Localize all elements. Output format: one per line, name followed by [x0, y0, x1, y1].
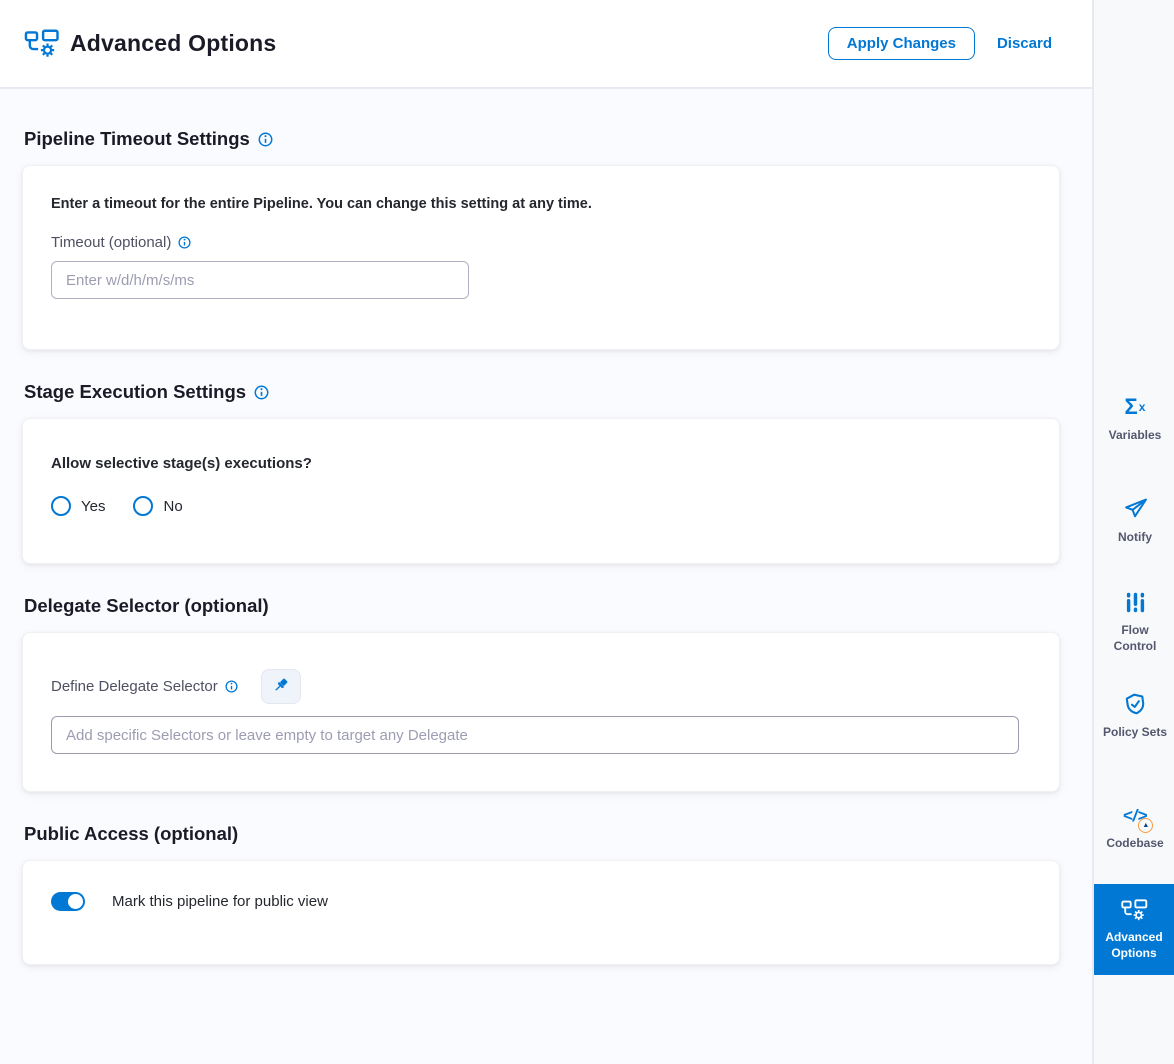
- public-view-toggle[interactable]: [51, 892, 85, 911]
- sidebar-item-label: Advanced Options: [1099, 930, 1169, 961]
- timeout-label-text: Timeout (optional): [51, 234, 171, 251]
- settings-content: Pipeline Timeout Settings Enter a timeou…: [0, 89, 1092, 965]
- delegate-field-label: Define Delegate Selector: [51, 678, 238, 695]
- pipeline-gear-icon: [1121, 898, 1148, 922]
- code-icon: </> ▲: [1123, 803, 1148, 827]
- delegate-label-text: Define Delegate Selector: [51, 678, 218, 695]
- timeout-section-heading: Pipeline Timeout Settings: [24, 128, 1060, 150]
- delegate-heading-text: Delegate Selector (optional): [24, 595, 269, 617]
- warning-badge-icon: ▲: [1138, 818, 1153, 833]
- discard-button[interactable]: Discard: [997, 35, 1052, 52]
- right-rail: Σx Variables Notify Flow Control: [1092, 0, 1174, 1064]
- variables-icon: Σx: [1125, 395, 1146, 419]
- info-icon[interactable]: [258, 132, 273, 147]
- sidebar-item-label: Codebase: [1100, 836, 1170, 852]
- timeout-heading-text: Pipeline Timeout Settings: [24, 128, 250, 150]
- stage-execution-heading-text: Stage Execution Settings: [24, 381, 246, 403]
- selective-stage-question: Allow selective stage(s) executions?: [51, 455, 1031, 472]
- pin-icon: [272, 677, 289, 697]
- sidebar-item-label: Notify: [1100, 530, 1170, 546]
- timeout-card: Enter a timeout for the entire Pipeline.…: [22, 165, 1060, 350]
- timeout-field-label: Timeout (optional): [51, 234, 1031, 251]
- sidebar-item-flow-control[interactable]: Flow Control: [1096, 590, 1174, 654]
- radio-circle-icon[interactable]: [133, 496, 153, 516]
- info-icon[interactable]: [254, 385, 269, 400]
- radio-label-no: No: [163, 498, 182, 515]
- shield-check-icon: [1123, 692, 1148, 716]
- radio-circle-icon[interactable]: [51, 496, 71, 516]
- public-view-toggle-label: Mark this pipeline for public view: [112, 893, 328, 910]
- paper-plane-icon: [1123, 497, 1148, 521]
- toggle-knob: [68, 894, 83, 909]
- stage-execution-card: Allow selective stage(s) executions? Yes…: [22, 418, 1060, 564]
- info-icon[interactable]: [225, 680, 238, 693]
- public-access-section-heading: Public Access (optional): [24, 823, 1060, 845]
- timeout-input[interactable]: [51, 261, 469, 299]
- sidebar-item-variables[interactable]: Σx Variables: [1096, 395, 1174, 444]
- radio-option-yes[interactable]: Yes: [51, 496, 105, 516]
- pin-button[interactable]: [261, 669, 301, 704]
- radio-label-yes: Yes: [81, 498, 105, 515]
- public-access-heading-text: Public Access (optional): [24, 823, 238, 845]
- main-panel: Advanced Options Apply Changes Discard P…: [0, 0, 1092, 1064]
- stage-execution-section-heading: Stage Execution Settings: [24, 381, 1060, 403]
- panel-header: Advanced Options Apply Changes Discard: [0, 0, 1092, 89]
- page-title: Advanced Options: [70, 30, 276, 57]
- sidebar-item-policy-sets[interactable]: Policy Sets: [1096, 692, 1174, 741]
- sidebar-item-advanced-options[interactable]: Advanced Options: [1094, 884, 1174, 975]
- info-icon[interactable]: [178, 236, 191, 249]
- delegate-selector-card: Define Delegate Selector: [22, 632, 1060, 792]
- timeout-description: Enter a timeout for the entire Pipeline.…: [51, 196, 1031, 212]
- delegate-selector-section-heading: Delegate Selector (optional): [24, 595, 1060, 617]
- radio-option-no[interactable]: No: [133, 496, 182, 516]
- apply-changes-button[interactable]: Apply Changes: [828, 27, 975, 60]
- sidebar-item-label: Variables: [1100, 428, 1170, 444]
- delegate-selector-input[interactable]: [51, 716, 1019, 754]
- sliders-icon: [1124, 590, 1147, 614]
- sidebar-item-notify[interactable]: Notify: [1096, 497, 1174, 546]
- selective-stage-radio-group: Yes No: [51, 496, 1031, 516]
- advanced-options-icon: [24, 28, 60, 59]
- sidebar-item-label: Policy Sets: [1100, 725, 1170, 741]
- public-access-card: Mark this pipeline for public view: [22, 860, 1060, 965]
- sidebar-item-codebase[interactable]: </> ▲ Codebase: [1096, 803, 1174, 852]
- sidebar-item-label: Flow Control: [1100, 623, 1170, 654]
